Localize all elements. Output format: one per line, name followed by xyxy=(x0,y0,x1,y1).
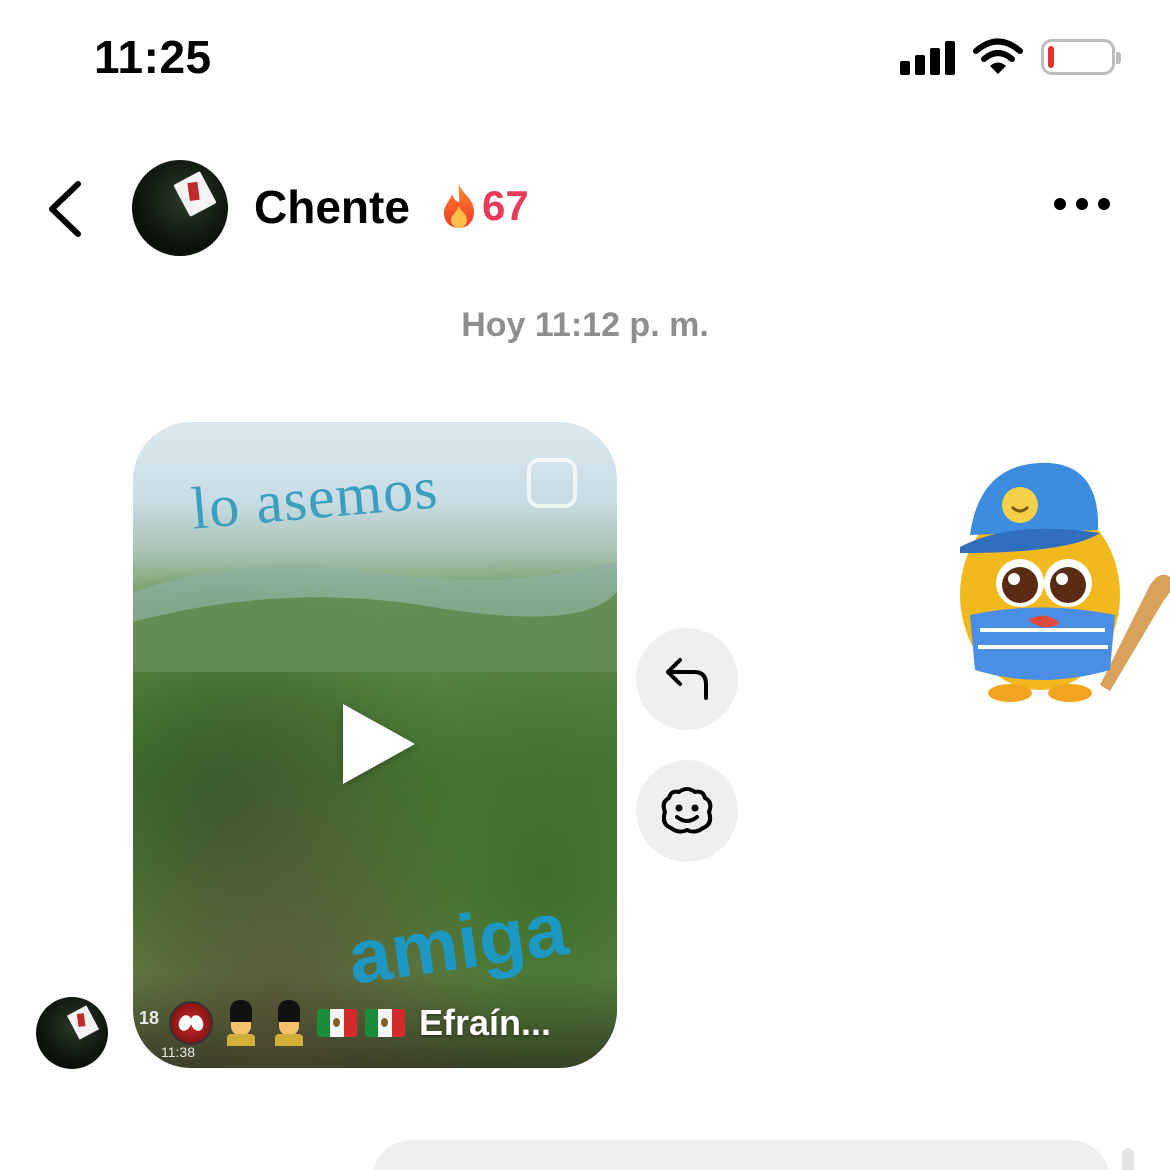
play-icon[interactable] xyxy=(343,704,415,784)
scroll-indicator xyxy=(1122,1148,1134,1170)
frame-icon xyxy=(527,458,577,508)
sender-avatar[interactable] xyxy=(36,997,108,1069)
reply-icon xyxy=(666,658,708,700)
baseball-mascot-sticker[interactable] xyxy=(950,455,1170,705)
spiderman-emoji-icon xyxy=(169,1001,213,1045)
footer-number: 18 xyxy=(139,1008,160,1028)
contact-avatar[interactable] xyxy=(132,160,228,256)
streak-count: 67 xyxy=(482,182,529,229)
more-options-icon[interactable] xyxy=(1054,198,1110,210)
cellular-signal-icon xyxy=(900,39,955,75)
chat-timestamp: Hoy 11:12 p. m. xyxy=(461,306,709,344)
battery-low-icon xyxy=(1041,39,1121,75)
footer-time: 11:38 xyxy=(161,1044,195,1060)
video-message[interactable]: lo asemos amiga 18 11:38 Efraín... xyxy=(133,422,617,1068)
reply-button[interactable] xyxy=(636,628,738,730)
guard-emoji-icon xyxy=(221,1000,261,1046)
fire-icon xyxy=(444,184,474,228)
hills-background xyxy=(133,562,617,672)
back-chevron-icon[interactable] xyxy=(40,176,90,242)
contact-name[interactable]: Chente xyxy=(254,180,410,234)
mexico-flag-icon xyxy=(317,1009,357,1037)
outgoing-message-bubble[interactable] xyxy=(372,1140,1110,1170)
footer-name: Efraín... xyxy=(419,1002,552,1043)
status-icons xyxy=(900,38,1121,76)
status-time: 11:25 xyxy=(94,31,212,83)
guard-emoji-icon xyxy=(269,1000,309,1046)
react-button[interactable] xyxy=(636,760,738,862)
streak-badge: 67 xyxy=(438,182,529,230)
video-caption-top: lo asemos xyxy=(188,454,441,542)
wifi-icon xyxy=(973,38,1023,74)
mexico-flag-icon xyxy=(365,1009,405,1037)
emoji-react-icon xyxy=(661,787,713,834)
video-footer: 18 11:38 Efraín... xyxy=(133,978,617,1068)
